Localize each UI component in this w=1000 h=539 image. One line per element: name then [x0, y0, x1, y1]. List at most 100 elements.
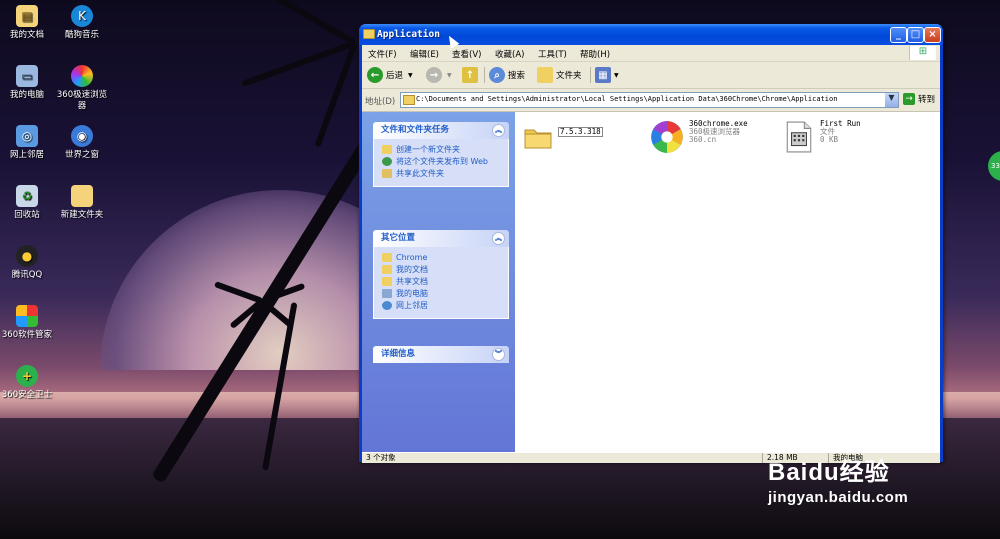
collapse-icon[interactable]: ︽ [492, 124, 505, 137]
qq-icon: ● [16, 245, 38, 267]
panel-header[interactable]: 文件和文件夹任务 ︽ [373, 122, 509, 139]
place-label: 共享文档 [396, 277, 428, 286]
place-shared-documents[interactable]: 共享文档 [382, 277, 508, 287]
menu-view[interactable]: 查看(V) [452, 48, 481, 60]
desktop-icon-new-folder[interactable]: 新建文件夹 [53, 185, 111, 221]
maximize-button[interactable]: □ [907, 27, 924, 43]
panel-title: 详细信息 [381, 349, 416, 359]
folders-button[interactable]: 文件夹 [537, 66, 582, 84]
folder-icon [363, 29, 375, 39]
menu-bar: 文件(F) 编辑(E) 查看(V) 收藏(A) 工具(T) 帮助(H) ⊞ [362, 45, 940, 62]
details-panel: 详细信息 ︾ [373, 346, 509, 363]
folder-icon [382, 253, 392, 262]
place-network[interactable]: 网上邻居 [382, 301, 508, 311]
file-item-folder[interactable]: 7.5.3.318 [523, 122, 603, 152]
place-label: 我的电脑 [396, 289, 428, 298]
file-text: 7.5.3.318 [558, 127, 603, 137]
menu-tools[interactable]: 工具(T) [538, 48, 567, 60]
desktop-icon-recycle-bin[interactable]: ♻ 回收站 [0, 185, 56, 221]
network-places-icon [382, 301, 392, 310]
desktop-icon-kugou[interactable]: K 酷狗音乐 [53, 5, 111, 41]
desktop-icon-360-browser[interactable]: 360极速浏览器 [53, 65, 111, 112]
baidu-watermark: Baidu经验 jingyan.baidu.com [768, 452, 908, 506]
expand-icon[interactable]: ︾ [492, 348, 505, 361]
desktop-icon-label: 360安全卫士 [1, 390, 53, 400]
windows-logo-icon: ⊞ [909, 46, 936, 60]
file-item-exe[interactable]: 360chrome.exe 360极速浏览器 360.cn [650, 120, 748, 154]
panel-header[interactable]: 其它位置 ︽ [373, 230, 509, 247]
window-client: 文件(F) 编辑(E) 查看(V) 收藏(A) 工具(T) 帮助(H) ⊞ ← … [362, 45, 940, 463]
file-size: 0 KB [820, 135, 839, 144]
place-my-documents[interactable]: 我的文档 [382, 265, 508, 275]
share-folder-icon [382, 169, 392, 178]
side-badge[interactable]: 33 [988, 151, 1000, 181]
views-button[interactable]: ▦ ▼ [595, 66, 619, 84]
up-folder-icon: ↑ [462, 67, 478, 83]
file-name: 7.5.3.318 [558, 127, 603, 137]
my-computer-icon [382, 289, 392, 298]
forward-arrow-icon: → [426, 67, 442, 83]
desktop-icon-my-computer[interactable]: ▭ 我的电脑 [0, 65, 56, 101]
up-button[interactable]: ↑ [462, 66, 481, 84]
folder-icon [537, 67, 553, 83]
search-label: 搜索 [508, 71, 526, 81]
folder-icon [403, 95, 415, 105]
address-dropdown-icon[interactable]: ▼ [885, 93, 898, 107]
task-label: 将这个文件夹发布到 Web [396, 157, 488, 166]
file-company: 360.cn [689, 135, 717, 144]
desktop-icon-theworld[interactable]: ◉ 世界之窗 [53, 125, 111, 161]
minimize-button[interactable]: _ [890, 27, 907, 43]
desktop-icon-label: 酷狗音乐 [64, 30, 99, 40]
task-label: 创建一个新文件夹 [396, 145, 460, 154]
back-button[interactable]: ← 后退 ▼ [367, 66, 413, 84]
toolbar: ← 后退 ▼ → ▼ ↑ ⌕ 搜索 文件夹 ▦ ▼ [362, 62, 940, 89]
file-item-first-run[interactable]: First Run 文件 0 KB [783, 120, 861, 154]
desktop-icon-360-software[interactable]: 360软件管家 [0, 305, 56, 341]
place-chrome[interactable]: Chrome [382, 253, 508, 263]
watermark-url: jingyan.baidu.com [768, 489, 909, 506]
watermark-logo: Baidu经验 [768, 459, 890, 486]
go-button[interactable]: → 转到 [903, 93, 935, 105]
menu-help[interactable]: 帮助(H) [580, 48, 610, 60]
address-input[interactable]: C:\Documents and Settings\Administrator\… [400, 92, 899, 108]
desktop-icon-qq[interactable]: ● 腾讯QQ [0, 245, 56, 281]
task-pane: 文件和文件夹任务 ︽ 创建一个新文件夹 将这个文件夹发布到 Web 共享此文件夹 [362, 112, 515, 452]
my-documents-icon [382, 265, 392, 274]
file-text: First Run 文件 0 KB [820, 120, 861, 144]
desktop-icon-network[interactable]: ◎ 网上邻居 [0, 125, 56, 161]
desktop-icon-label: 我的文档 [9, 30, 44, 40]
place-label: 网上邻居 [396, 301, 428, 310]
place-my-computer[interactable]: 我的电脑 [382, 289, 508, 299]
file-list: 7.5.3.318 360chrome.exe 360极速浏览器 360.cn … [515, 112, 940, 452]
collapse-icon[interactable]: ︽ [492, 232, 505, 245]
desktop-icon-label: 360软件管家 [1, 330, 53, 340]
globe-icon [382, 157, 392, 166]
menu-favorites[interactable]: 收藏(A) [495, 48, 524, 60]
task-publish-web[interactable]: 将这个文件夹发布到 Web [382, 157, 508, 167]
desktop-icon-label: 新建文件夹 [60, 210, 104, 220]
task-new-folder[interactable]: 创建一个新文件夹 [382, 145, 508, 155]
menu-edit[interactable]: 编辑(E) [410, 48, 439, 60]
desktop-icon-my-documents[interactable]: ▤ 我的文档 [0, 5, 56, 41]
panel-body: 创建一个新文件夹 将这个文件夹发布到 Web 共享此文件夹 [373, 139, 509, 187]
desktop-icon-360-safeguard[interactable]: + 360安全卫士 [0, 365, 56, 401]
place-label: Chrome [396, 253, 428, 262]
views-icon: ▦ [595, 67, 611, 83]
desktop-icon-label: 世界之窗 [64, 150, 99, 160]
folders-label: 文件夹 [556, 71, 582, 81]
panel-header[interactable]: 详细信息 ︾ [373, 346, 509, 363]
close-button[interactable]: × [924, 27, 941, 43]
toolbar-separator [590, 67, 591, 83]
other-places-panel: 其它位置 ︽ Chrome 我的文档 共享文档 我的电脑 网上邻居 [373, 230, 509, 319]
go-label: 转到 [918, 95, 936, 105]
my-documents-icon: ▤ [16, 5, 38, 27]
theworld-browser-icon: ◉ [71, 125, 93, 147]
toolbar-separator [484, 67, 485, 83]
360-browser-icon [71, 65, 93, 87]
forward-button[interactable]: → ▼ [426, 66, 452, 84]
menu-file[interactable]: 文件(F) [368, 48, 397, 60]
task-share-folder[interactable]: 共享此文件夹 [382, 169, 508, 179]
search-button[interactable]: ⌕ 搜索 [489, 66, 525, 84]
palm-frond [232, 0, 357, 46]
back-label: 后退 [386, 71, 404, 81]
